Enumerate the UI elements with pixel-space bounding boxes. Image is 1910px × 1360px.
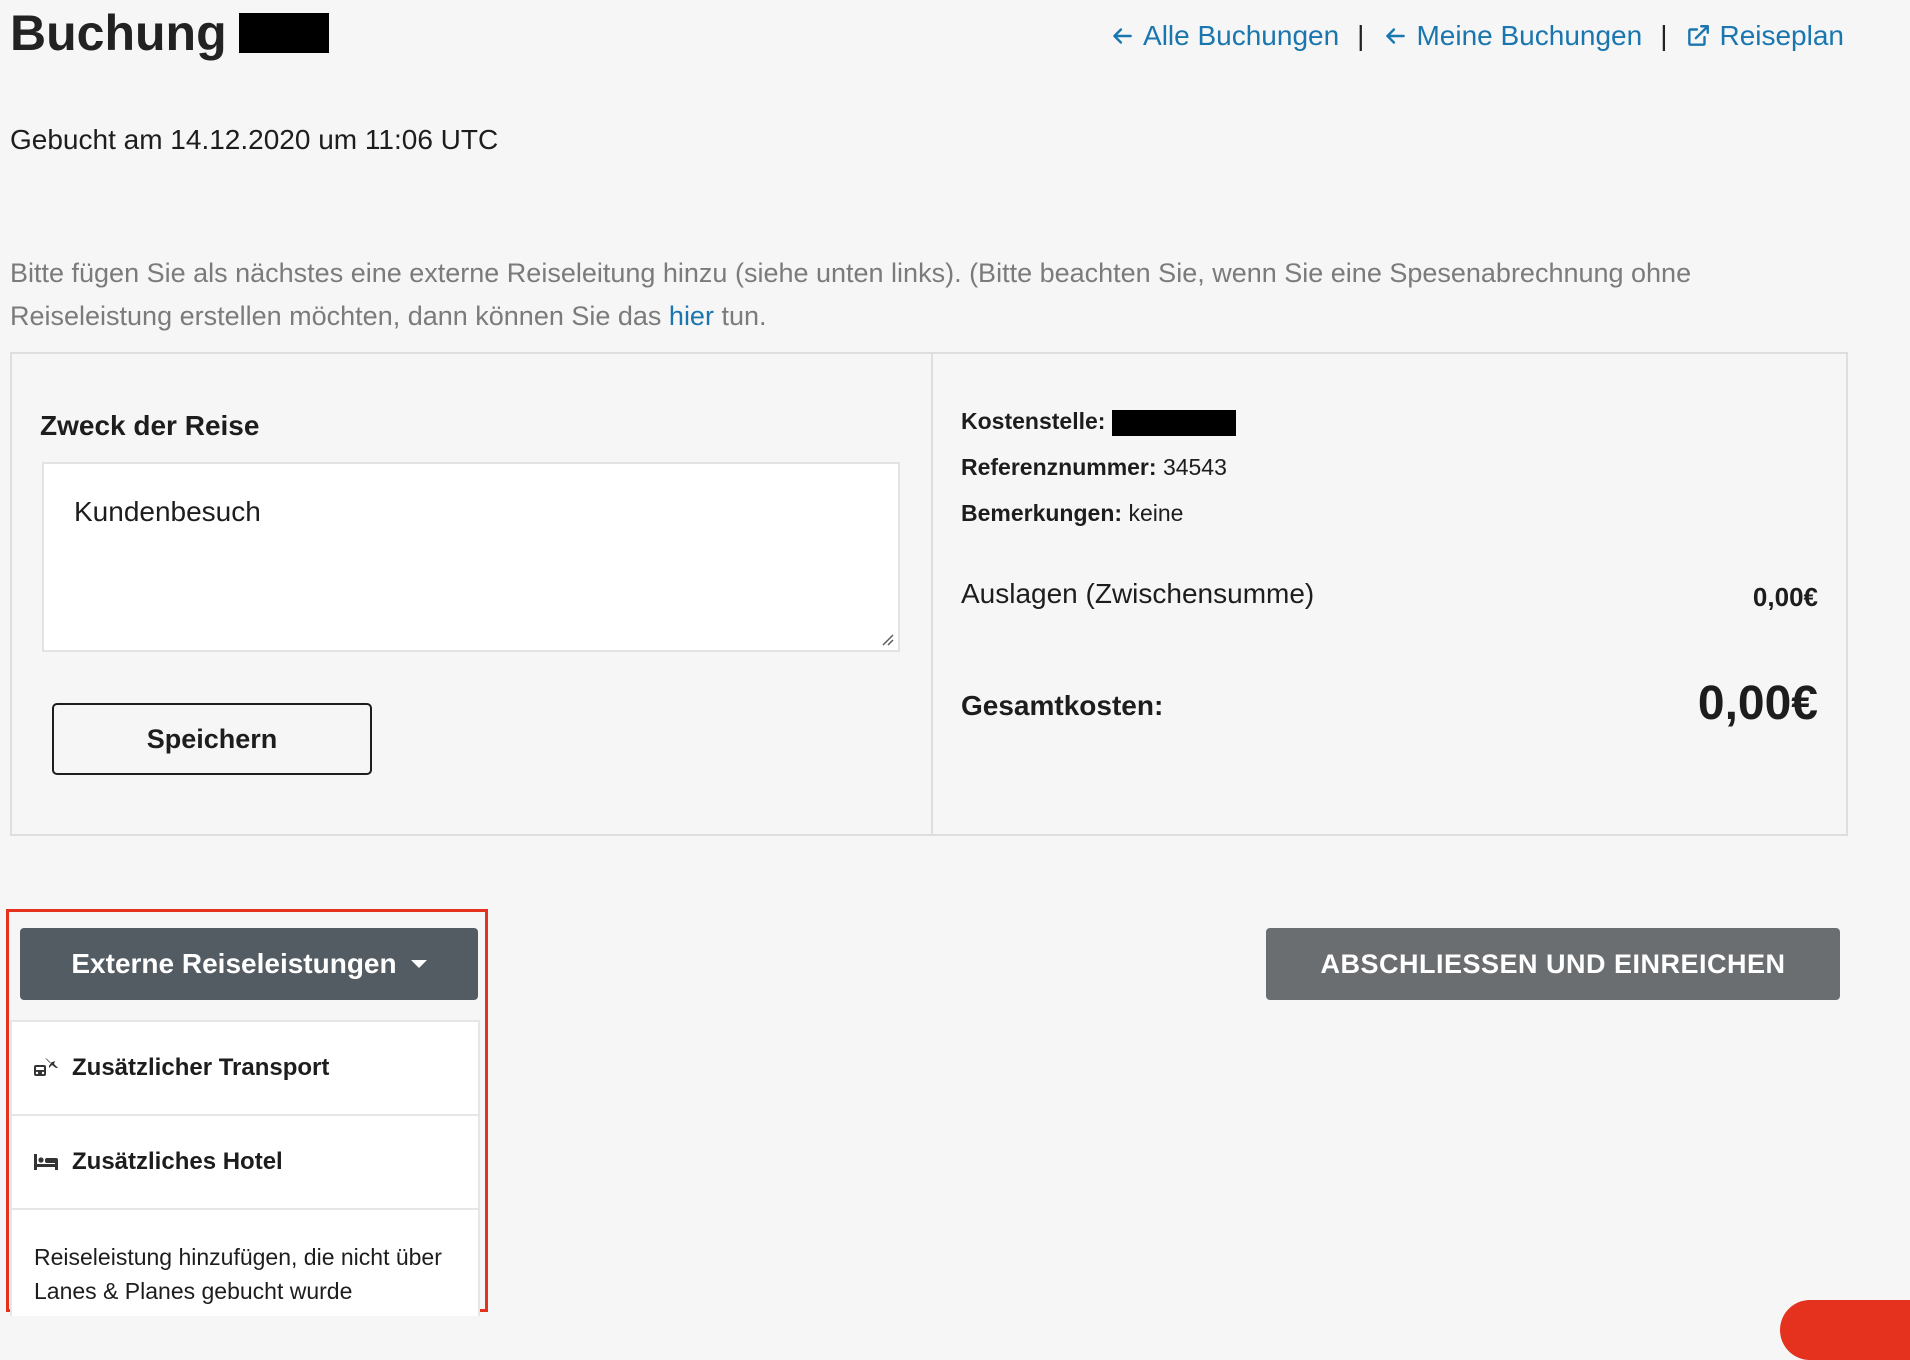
arrow-left-icon: [1113, 28, 1132, 44]
menu-item-hotel-label: Zusätzliches Hotel: [72, 1148, 283, 1175]
info-link-hier[interactable]: hier: [669, 301, 714, 331]
kostenstelle-label: Kostenstelle:: [961, 408, 1106, 434]
info-text: Bitte fügen Sie als nächstes eine extern…: [10, 252, 1810, 338]
referenz-label: Referenznummer:: [961, 454, 1157, 480]
link-meine-buchungen[interactable]: Meine Buchungen: [1382, 20, 1642, 52]
purpose-value: Kundenbesuch: [74, 496, 261, 527]
separator: |: [1660, 20, 1668, 51]
purpose-label: Zweck der Reise: [40, 410, 260, 441]
gesamt-value: 0,00€: [1697, 677, 1818, 730]
info-text-after: tun.: [713, 301, 767, 331]
save-button[interactable]: Speichern: [52, 703, 372, 775]
link-alle-buchungen-label: Alle Buchungen: [1143, 20, 1340, 51]
info-text-before: Bitte fügen Sie als nächstes eine extern…: [10, 258, 1692, 331]
floating-action-button[interactable]: [1780, 1300, 1910, 1360]
menu-item-transport-label: Zusätzlicher Transport: [72, 1054, 330, 1081]
link-reiseplan-label: Reiseplan: [1719, 20, 1844, 51]
auslagen-label: Auslagen (Zwischensumme): [961, 578, 1315, 609]
menu-note: Reiseleistung hinzufügen, die nicht über…: [34, 1244, 442, 1304]
gesamt-label: Gesamtkosten:: [961, 690, 1164, 721]
dropdown-label: Externe Reiseleistungen: [71, 948, 397, 979]
booked-date: Gebucht am 14.12.2020 um 11:06 UTC: [10, 124, 499, 155]
referenz-row: Referenznummer: 34543: [961, 454, 1227, 481]
bemerkungen-label: Bemerkungen:: [961, 500, 1123, 526]
menu-item-transport[interactable]: Zusätzlicher Transport: [12, 1022, 478, 1116]
dropdown-menu: Zusätzlicher Transport Zusätzliches Hote…: [10, 1020, 480, 1316]
submit-button[interactable]: ABSCHLIESSEN UND EINREICHEN: [1266, 928, 1840, 1000]
transport-icon: [34, 1058, 58, 1076]
link-alle-buchungen[interactable]: Alle Buchungen: [1109, 20, 1339, 52]
redacted-kostenstelle: [1111, 409, 1236, 436]
external-services-dropdown-button[interactable]: Externe Reiseleistungen: [20, 928, 478, 1000]
page-title: Buchung: [10, 4, 329, 62]
page-title-text: Buchung: [10, 5, 227, 61]
bed-icon: [34, 1154, 58, 1170]
external-link-icon: [1688, 25, 1710, 46]
separator: |: [1357, 20, 1365, 51]
bemerkungen-value: keine: [1128, 500, 1184, 526]
link-reiseplan[interactable]: Reiseplan: [1685, 20, 1844, 52]
top-navigation: Alle Buchungen | Meine Buchungen | Reise…: [1109, 20, 1844, 52]
caret-down-icon: [410, 960, 427, 968]
panel-divider: [931, 354, 933, 834]
kostenstelle-row: Kostenstelle:: [961, 408, 1236, 436]
auslagen-value: 0,00€: [1752, 582, 1818, 612]
link-meine-buchungen-label: Meine Buchungen: [1416, 20, 1643, 51]
menu-item-hotel[interactable]: Zusätzliches Hotel: [12, 1116, 478, 1210]
redacted-booking-id: [238, 13, 329, 53]
resize-grip-icon[interactable]: [878, 630, 894, 646]
purpose-textarea[interactable]: Kundenbesuch: [42, 462, 900, 652]
referenz-value: 34543: [1162, 454, 1227, 480]
arrow-left-icon: [1386, 28, 1406, 44]
bemerkungen-row: Bemerkungen: keine: [961, 500, 1183, 527]
